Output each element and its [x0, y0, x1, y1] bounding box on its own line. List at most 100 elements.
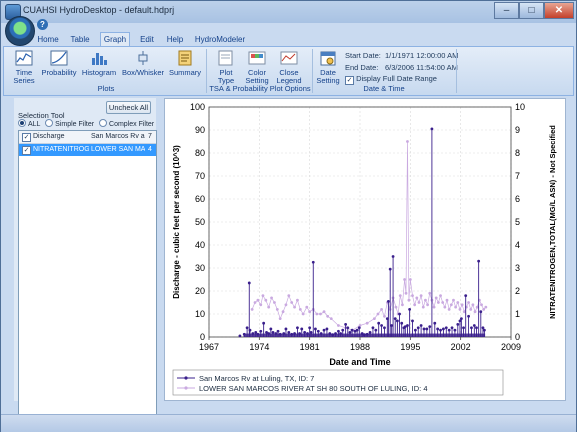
tab-edit[interactable]: Edit	[136, 33, 158, 46]
plot-type-button[interactable]: Plot Type	[212, 50, 240, 85]
probability-label: Probability	[41, 68, 77, 77]
data-point-discharge	[408, 308, 412, 311]
data-point-discharge	[425, 327, 429, 331]
row-checkbox[interactable]: ✓	[22, 133, 31, 142]
y2-tick-label: 7	[515, 171, 520, 181]
start-date-value[interactable]: 1/1/1971 12:00:00 AM	[385, 51, 458, 60]
tab-table[interactable]: Table	[67, 33, 93, 46]
data-point-nitrate	[445, 298, 449, 302]
x-tick-label: 2002	[451, 342, 471, 352]
display-full-label: Display Full Date Range	[356, 74, 437, 83]
histogram-button[interactable]: Histogram	[81, 50, 117, 77]
tab-hydromodeler[interactable]: HydroModeler	[194, 33, 246, 46]
data-point-nitrate	[449, 303, 453, 307]
data-point-nitrate	[403, 278, 406, 281]
data-point-discharge	[411, 319, 414, 323]
radio-complex-filter[interactable]	[99, 119, 108, 127]
summary-label: Summary	[168, 68, 202, 77]
data-point-nitrate	[261, 294, 265, 297]
data-point-nitrate	[250, 308, 254, 311]
minimize-button[interactable]: –	[494, 2, 519, 19]
data-point-nitrate	[401, 303, 404, 307]
data-point-discharge	[456, 322, 460, 326]
data-point-nitrate	[456, 301, 460, 304]
y-tick-label: 50	[195, 217, 205, 227]
y-tick-label: 70	[195, 171, 205, 181]
data-point-discharge	[238, 334, 242, 338]
date-group-label: Date & Time	[363, 84, 405, 93]
data-point-nitrate	[253, 301, 257, 304]
chart-panel: 0 10 20 30 40 50 60 70 80 90 100 0 1 2 3 4 5 6 7 8 9 10 1967 19…	[164, 98, 566, 401]
color-setting-button[interactable]: Color Setting	[242, 50, 272, 85]
data-point-discharge	[374, 328, 378, 332]
y2-tick-label: 6	[515, 194, 520, 204]
probability-button[interactable]: Probability	[40, 50, 78, 77]
data-point-nitrate	[471, 303, 475, 307]
tab-home[interactable]: Home	[35, 33, 61, 46]
app-window: CUAHSI HydroDesktop - default.hdprj – □ …	[0, 0, 577, 432]
ribbon-divider	[456, 49, 457, 93]
window-title: CUAHSI HydroDesktop - default.hdprj	[23, 5, 175, 15]
variable-cell: Discharge	[33, 133, 65, 140]
radio-complex-filter-label: Complex Filter	[109, 121, 155, 128]
data-point-nitrate	[467, 301, 470, 304]
maximize-button[interactable]: □	[519, 2, 544, 19]
data-point-nitrate	[413, 303, 417, 307]
data-point-nitrate	[315, 312, 319, 316]
close-button[interactable]: ✕	[544, 2, 574, 19]
id-cell: 7	[148, 133, 152, 140]
y2-tick-label: 3	[515, 263, 520, 273]
data-point-nitrate	[462, 310, 466, 314]
id-cell: 4	[148, 146, 152, 153]
data-point-discharge	[419, 324, 423, 327]
data-point-discharge	[377, 321, 381, 325]
radio-all[interactable]	[18, 119, 26, 127]
data-point-discharge	[322, 328, 326, 332]
plot-type-icon	[218, 50, 233, 66]
x-tick-label: 1981	[300, 342, 320, 352]
end-date-value[interactable]: 6/3/2006 11:54:00 AM	[385, 63, 458, 72]
row-checkbox[interactable]: ✓	[22, 146, 31, 155]
close-legend-button[interactable]: Close Legend	[274, 50, 304, 85]
data-point-nitrate	[447, 308, 451, 311]
data-point-nitrate	[376, 312, 380, 316]
data-point-discharge	[371, 326, 375, 330]
box-whisker-button[interactable]: Box/Whisker	[121, 50, 165, 77]
radio-simple-filter-label: Simple Filter	[55, 121, 95, 128]
tab-help[interactable]: Help	[163, 33, 187, 46]
data-point-discharge	[479, 310, 483, 314]
y2-tick-label: 10	[515, 102, 525, 112]
selection-filter-radios: ALL Simple Filter Complex Filter	[18, 119, 154, 128]
data-point-nitrate	[256, 298, 260, 302]
uncheck-all-button[interactable]: Uncheck All	[106, 101, 151, 114]
help-icon[interactable]: ?	[37, 19, 48, 30]
legend-marker	[184, 376, 188, 380]
table-row[interactable]: ✓ Discharge San Marcos Rv a 7	[19, 131, 156, 144]
data-point-discharge	[400, 321, 404, 325]
data-point-discharge	[442, 327, 445, 331]
tab-graph[interactable]: Graph	[100, 32, 130, 47]
title-bar: CUAHSI HydroDesktop - default.hdprj – □ …	[1, 1, 576, 23]
time-series-button[interactable]: Time Series	[10, 50, 38, 85]
table-row[interactable]: ✓ NITRATENITROGEN LOWER SAN MARC 4	[19, 144, 156, 156]
data-point-discharge	[248, 328, 252, 332]
data-point-nitrate	[454, 305, 458, 309]
ribbon-tabs: Home Table Graph Edit Help HydroModeler	[1, 32, 576, 47]
y2-tick-label: 8	[515, 148, 520, 158]
data-point-nitrate	[424, 298, 427, 302]
data-point-discharge	[254, 331, 258, 334]
data-point-nitrate	[305, 305, 309, 309]
data-point-discharge	[316, 329, 320, 333]
time-series-chart[interactable]: 0 10 20 30 40 50 60 70 80 90 100 0 1 2 3 4 5 6 7 8 9 10 1967 19…	[165, 99, 565, 400]
data-point-discharge	[406, 324, 409, 327]
date-setting-button[interactable]: Date Setting	[314, 50, 342, 85]
radio-simple-filter[interactable]	[45, 119, 54, 127]
plots-group-label: Plots	[97, 84, 115, 93]
data-point-discharge	[287, 331, 291, 334]
data-point-discharge	[470, 326, 473, 330]
application-menu-button[interactable]	[5, 16, 35, 46]
data-point-nitrate	[475, 305, 479, 309]
data-point-discharge	[308, 326, 312, 330]
data-point-discharge	[383, 326, 386, 330]
summary-button[interactable]: Summary	[168, 50, 202, 77]
